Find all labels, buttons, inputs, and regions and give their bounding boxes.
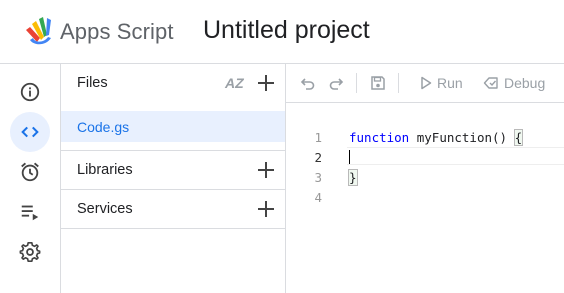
undo-icon bbox=[300, 78, 315, 90]
playlist-play-icon bbox=[21, 205, 39, 221]
undo-button[interactable] bbox=[300, 64, 316, 102]
close-brace: } bbox=[348, 169, 358, 186]
function-signature: myFunction() bbox=[409, 130, 515, 145]
code-line-3: } bbox=[348, 169, 358, 186]
editor-button[interactable] bbox=[10, 112, 50, 152]
libraries-header: Libraries bbox=[61, 151, 285, 189]
toolbar-separator bbox=[398, 73, 399, 93]
apps-script-logo-icon[interactable] bbox=[22, 16, 56, 48]
line-number: 4 bbox=[314, 190, 322, 205]
overview-button[interactable] bbox=[10, 72, 50, 112]
alarm-clock-icon bbox=[21, 162, 39, 182]
redo-button[interactable] bbox=[328, 64, 344, 102]
play-icon bbox=[421, 76, 432, 90]
file-item-code-gs[interactable]: Code.gs bbox=[61, 111, 285, 142]
line-number: 1 bbox=[314, 130, 322, 145]
files-panel: Files AZ Code.gs Libraries Services bbox=[61, 64, 286, 293]
services-header: Services bbox=[61, 190, 285, 228]
plus-icon bbox=[258, 201, 274, 217]
save-button[interactable] bbox=[370, 64, 386, 102]
code-editor[interactable]: 1 2 3 4 function myFunction() { } bbox=[286, 103, 564, 293]
text-cursor bbox=[349, 150, 350, 164]
gear-icon bbox=[19, 242, 41, 262]
code-icon bbox=[21, 126, 39, 138]
debug-icon bbox=[483, 77, 498, 89]
line-number: 3 bbox=[314, 170, 322, 185]
run-button[interactable]: Run bbox=[420, 64, 463, 102]
top-bar: Apps Script Untitled project bbox=[0, 0, 564, 64]
code-line-1: function myFunction() { bbox=[349, 129, 524, 146]
files-header: Files AZ bbox=[61, 64, 285, 102]
debug-label: Debug bbox=[504, 75, 546, 91]
navigation-rail bbox=[0, 64, 61, 293]
open-brace: { bbox=[513, 129, 524, 146]
current-line-highlight bbox=[347, 147, 564, 165]
libraries-label: Libraries bbox=[77, 162, 133, 178]
run-label: Run bbox=[437, 75, 463, 91]
plus-icon bbox=[258, 162, 274, 178]
keyword: function bbox=[349, 130, 410, 145]
sort-az-icon[interactable]: AZ bbox=[225, 75, 244, 91]
save-icon bbox=[371, 76, 385, 90]
services-label: Services bbox=[77, 201, 133, 217]
editor-toolbar: Run Debug bbox=[286, 64, 564, 103]
settings-button[interactable] bbox=[10, 232, 50, 272]
triggers-button[interactable] bbox=[10, 152, 50, 192]
file-name: Code.gs bbox=[77, 119, 130, 135]
plus-icon bbox=[258, 75, 274, 91]
add-file-button[interactable] bbox=[255, 72, 277, 94]
redo-icon bbox=[329, 78, 344, 90]
app-name[interactable]: Apps Script bbox=[60, 19, 174, 45]
add-service-button[interactable] bbox=[255, 198, 277, 220]
add-library-button[interactable] bbox=[255, 159, 277, 181]
toolbar-separator bbox=[356, 73, 357, 93]
line-number: 2 bbox=[314, 150, 322, 165]
info-icon bbox=[20, 82, 40, 102]
project-title[interactable]: Untitled project bbox=[203, 16, 370, 45]
executions-button[interactable] bbox=[10, 192, 50, 232]
files-label: Files bbox=[77, 75, 108, 91]
debug-button[interactable]: Debug bbox=[483, 64, 545, 102]
divider bbox=[61, 228, 285, 229]
